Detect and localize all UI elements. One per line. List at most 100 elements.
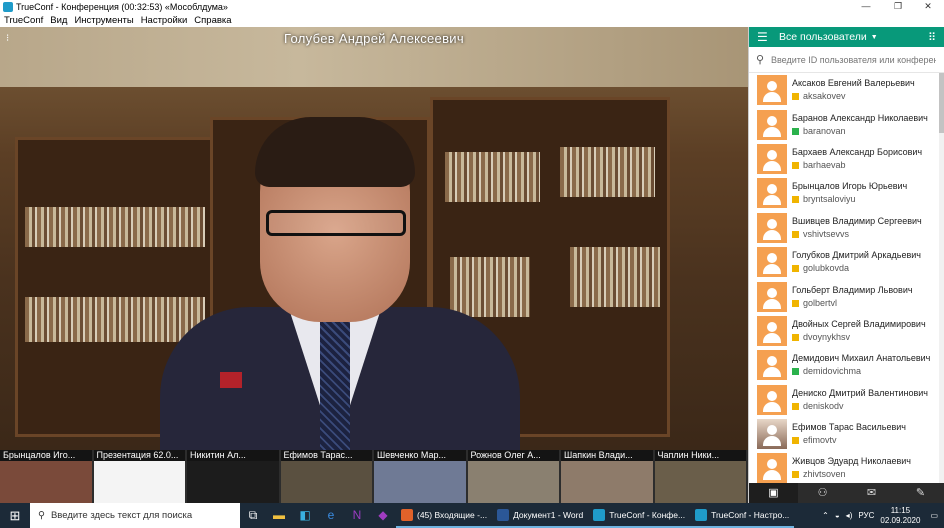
settings-tab-icon[interactable]: ✎	[896, 483, 944, 503]
user-list-item[interactable]: Демидович Михаил Анатольевич demidovichma	[749, 348, 939, 382]
close-button[interactable]: ✕	[914, 0, 942, 13]
windows-start-icon[interactable]: ⊞	[0, 508, 30, 524]
scrollbar-thumb[interactable]	[939, 73, 944, 133]
users-panel: ☰ Все пользователи ▼ ⠿ ⚲ Аксаков Евгений…	[748, 27, 944, 503]
menu-tools[interactable]: Инструменты	[74, 15, 133, 26]
chevron-down-icon[interactable]: ▼	[871, 34, 878, 41]
user-login: golubkovda	[803, 263, 850, 274]
avatar	[757, 109, 787, 140]
pin-icon[interactable]: ⁝	[6, 33, 9, 44]
minimize-button[interactable]: —	[852, 0, 880, 13]
user-list-item[interactable]: Живцов Эдуард Николаевич zhivtsoven	[749, 451, 939, 483]
user-list-item[interactable]: Ефимов Тарас Васильевич efimovtv	[749, 417, 939, 451]
scrollbar[interactable]	[939, 73, 944, 483]
user-list-item[interactable]: Двойных Сергей Владимирович dvoynykhsv	[749, 314, 939, 348]
user-login: demidovichma	[803, 366, 862, 377]
user-list-item[interactable]: Брынцалов Игорь Юрьевич bryntsaloviyu	[749, 176, 939, 210]
menu-bar: TrueConf Вид Инструменты Настройки Справ…	[0, 13, 944, 27]
hair	[255, 117, 415, 187]
taskbar-search[interactable]: ⚲ Введите здесь текст для поиска	[30, 503, 240, 528]
notification-chevron-icon[interactable]: ⌃	[822, 511, 829, 520]
taskbar-app[interactable]: TrueConf - Настро...	[690, 503, 795, 528]
participant-thumbnail[interactable]: Ефимов Тарас...	[280, 450, 372, 503]
user-login: barhaevab	[803, 159, 846, 170]
menu-help[interactable]: Справка	[194, 15, 231, 26]
lapel-pin	[220, 372, 242, 388]
search-input[interactable]	[771, 54, 936, 65]
user-list-item[interactable]: Вшивцев Владимир Сергеевич vshivtsevvs	[749, 211, 939, 245]
participant-thumbnail[interactable]: Шевченко Мар...	[374, 450, 466, 503]
taskbar-app-label: TrueConf - Конфе...	[609, 509, 686, 520]
glasses	[266, 210, 406, 236]
avatar	[757, 75, 787, 106]
thumbnail-video	[374, 461, 466, 503]
action-center-icon[interactable]: ▭	[930, 511, 938, 520]
thumbnail-label: Шапкин Влади...	[561, 450, 653, 461]
maximize-button[interactable]: ❐	[884, 0, 912, 13]
thumbnail-video	[187, 461, 279, 503]
main-video[interactable]	[0, 27, 748, 450]
user-list-item[interactable]: Аксаков Евгений Валерьевич aksakovev	[749, 73, 939, 107]
avatar	[757, 143, 787, 174]
participant-thumbnail[interactable]: Брынцалов Иго...	[0, 450, 92, 503]
store-icon[interactable]: ◧	[292, 503, 318, 528]
user-list-item[interactable]: Бархаев Александр Борисович barhaevab	[749, 142, 939, 176]
app-icon[interactable]: ◆	[370, 503, 396, 528]
status-indicator	[792, 230, 799, 238]
language-indicator[interactable]: РУС	[858, 511, 874, 520]
clock-time: 11:15	[890, 505, 911, 515]
participant-thumbnail[interactable]: Чаплин Ники...	[654, 450, 746, 503]
taskbar-app[interactable]: Документ1 - Word	[492, 503, 589, 528]
participant-thumbnail[interactable]: Рожнов Олег А...	[467, 450, 559, 503]
menu-settings[interactable]: Настройки	[141, 15, 188, 26]
user-list: Аксаков Евгений Валерьевич aksakovev Баран…	[749, 73, 939, 483]
taskbar-app[interactable]: TrueConf - Конфе...	[588, 503, 691, 528]
search-icon: ⚲	[38, 510, 45, 521]
chat-tab-icon[interactable]: ✉	[847, 483, 896, 503]
volume-icon[interactable]: ◂)	[846, 511, 853, 520]
avatar	[757, 315, 787, 346]
onenote-icon[interactable]: N	[344, 503, 370, 528]
thumbnail-video	[280, 461, 372, 503]
clock-date: 02.09.2020	[880, 515, 921, 525]
contacts-tab-icon[interactable]: ▣	[749, 483, 798, 503]
network-icon[interactable]: ◒	[835, 511, 840, 520]
hamburger-icon[interactable]: ☰	[757, 30, 771, 44]
thumbnail-label: Чаплин Ники...	[654, 450, 746, 461]
books	[570, 247, 660, 307]
menu-view[interactable]: Вид	[50, 15, 67, 26]
user-list-item[interactable]: Дениско Дмитрий Валентинович deniskodv	[749, 383, 939, 417]
user-login: vshivtsevvs	[803, 228, 850, 239]
thumbnail-video	[654, 461, 746, 503]
participant-thumbnail[interactable]: Никитин Ал...	[187, 450, 279, 503]
panel-title[interactable]: Все пользователи	[779, 31, 867, 43]
status-indicator	[792, 265, 799, 273]
tie	[320, 322, 350, 450]
menu-trueconf[interactable]: TrueConf	[4, 15, 43, 26]
trueconf-app-icon	[3, 1, 13, 12]
file-explorer-icon[interactable]: ▬	[266, 503, 292, 528]
user-list-item[interactable]: Гольберт Владимир Львович golbertvl	[749, 279, 939, 313]
title-bar: TrueConf - Конференция (00:32:53) «Мособ…	[0, 0, 944, 13]
app-icon	[401, 508, 413, 521]
taskbar-search-placeholder: Введите здесь текст для поиска	[50, 510, 193, 521]
speaker-name: Голубев Андрей Алексеевич	[284, 31, 464, 46]
taskbar-app[interactable]: (45) Входящие -...	[396, 503, 493, 528]
edge-icon[interactable]: e	[318, 503, 344, 528]
user-login: baranovan	[803, 125, 846, 136]
system-tray: ⌃ ◒ ◂) РУС 11:15 02.09.2020 ▭	[822, 503, 944, 528]
user-list-item[interactable]: Баранов Александр Николаевич baranovan	[749, 107, 939, 141]
clock[interactable]: 11:15 02.09.2020	[880, 506, 920, 526]
app-icon	[695, 508, 708, 521]
participants-tab-icon[interactable]: ⚇	[798, 483, 847, 503]
task-view-icon[interactable]: ⧉	[240, 503, 266, 528]
app-icon	[497, 508, 510, 521]
user-name: Гольберт Владимир Львович	[792, 284, 913, 295]
dialpad-icon[interactable]: ⠿	[928, 31, 936, 44]
app-icon	[593, 508, 606, 521]
user-list-item[interactable]: Голубков Дмитрий Аркадьевич golubkovda	[749, 245, 939, 279]
participant-thumbnail[interactable]: Шапкин Влади...	[561, 450, 653, 503]
participant-thumbnail[interactable]: Презентация 62.0...	[93, 450, 185, 503]
status-indicator	[792, 196, 799, 204]
user-login: aksakovev	[803, 91, 846, 102]
